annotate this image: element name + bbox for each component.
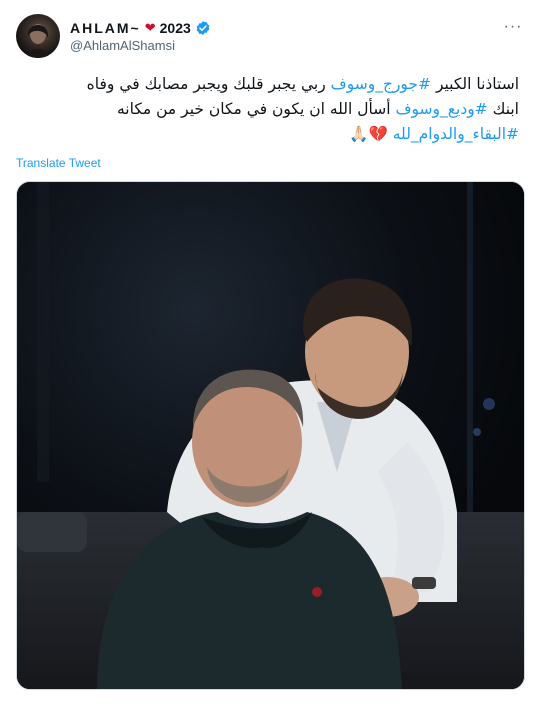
hashtag-link[interactable]: #وديع_وسوف xyxy=(395,100,487,118)
verified-badge-icon xyxy=(195,20,211,36)
display-name-row[interactable]: AHLAM~ ❤ 2023 xyxy=(70,20,211,36)
text-segment: أسأل الله ان يكون في مكان خير من مكانه xyxy=(116,100,396,118)
emoji-segment: 💔🙏🏻 xyxy=(349,125,393,143)
author-handle[interactable]: @AhlamAlShamsi xyxy=(70,38,211,53)
text-segment: ربي يجبر قلبك ويجبر مصابك في وفاه xyxy=(86,75,331,93)
author-avatar[interactable] xyxy=(16,14,60,58)
translate-tweet-link[interactable]: Translate Tweet xyxy=(16,156,101,170)
tweet-photo[interactable] xyxy=(16,181,525,690)
tweet-text: استاذنا الكبير #جورج_وسوف ربي يجبر قلبك … xyxy=(16,72,519,147)
more-options-icon[interactable]: ··· xyxy=(501,18,525,36)
display-name[interactable]: AHLAM~ xyxy=(70,20,141,36)
red-heart-icon: ❤ xyxy=(144,20,156,35)
tweet-header: AHLAM~ ❤ 2023 @AhlamAlShamsi ··· xyxy=(16,12,529,60)
hashtag-link[interactable]: #البقاء_والدوام_لله xyxy=(393,125,519,143)
display-name-suffix[interactable]: 2023 xyxy=(160,20,191,36)
tweet-line: استاذنا الكبير #جورج_وسوف ربي يجبر قلبك … xyxy=(16,72,519,97)
tweet-line: ابنك #وديع_وسوف أسأل الله ان يكون في مكا… xyxy=(16,97,519,122)
text-segment: ابنك xyxy=(487,100,519,118)
hashtag-link[interactable]: #جورج_وسوف xyxy=(331,75,431,93)
tweet-line: #البقاء_والدوام_لله 💔🙏🏻 xyxy=(16,122,519,147)
text-segment: استاذنا الكبير xyxy=(431,75,519,93)
author-names: AHLAM~ ❤ 2023 @AhlamAlShamsi xyxy=(70,20,211,53)
